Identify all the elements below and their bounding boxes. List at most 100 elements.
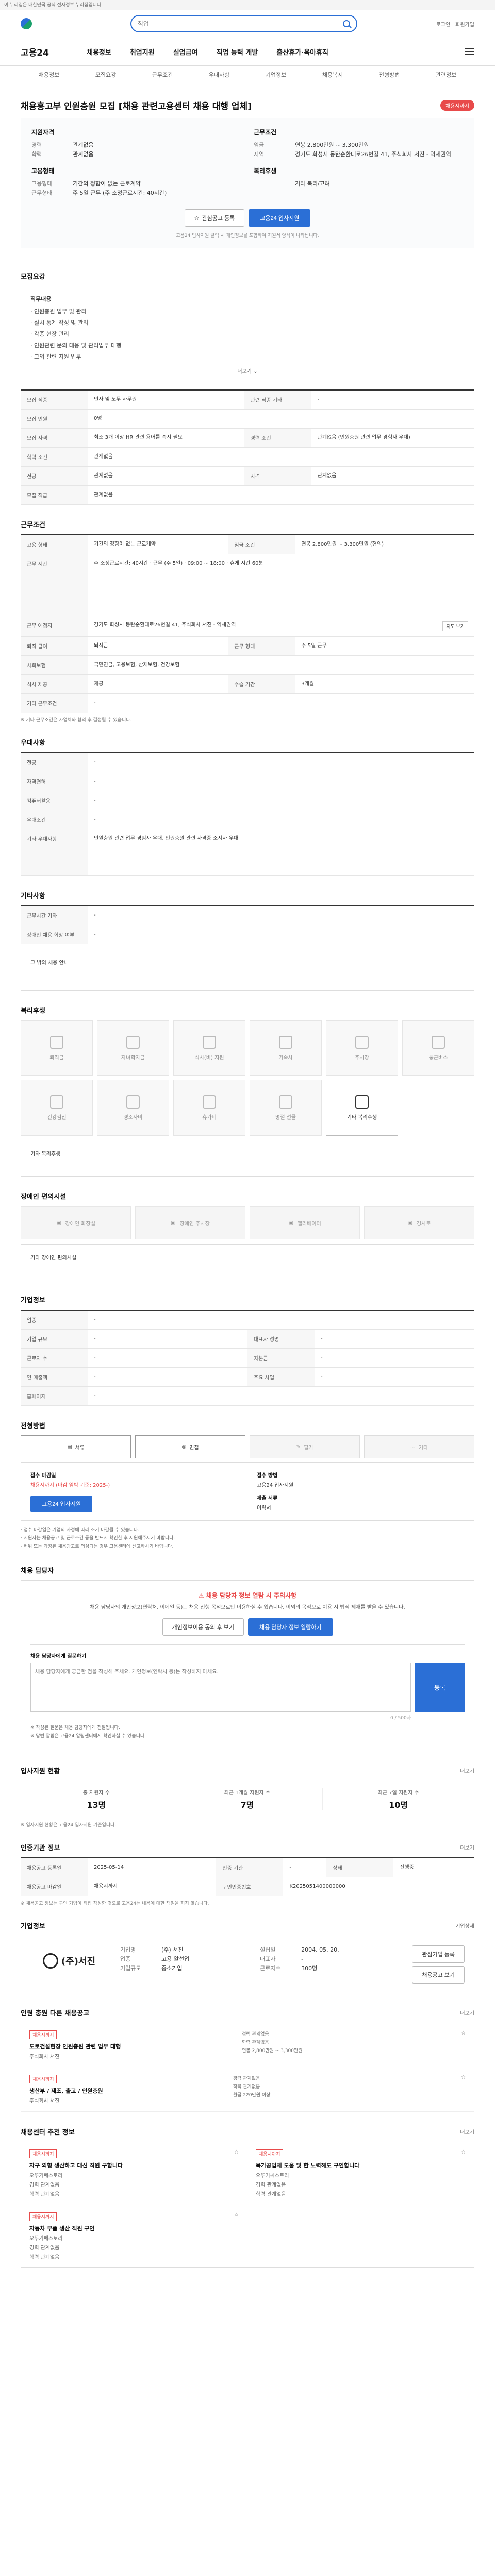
apply-method-label: 접수 방법 bbox=[257, 1473, 278, 1479]
welfare-section: 복리후생 퇴직금 자녀학자금 식사(비) 지원 기숙사 주차장 통근버스 건강검… bbox=[21, 991, 474, 1177]
table-row: 근무 예정지 경기도 화성시 동탄순환대로26번길 41, 주식회사 서진 - 역… bbox=[21, 616, 474, 637]
login-link[interactable]: 로그인 bbox=[436, 20, 451, 28]
tab-work[interactable]: 근무조건 bbox=[134, 66, 191, 84]
star-icon[interactable]: ☆ bbox=[461, 2075, 466, 2104]
consult-warning: ⚠ 채용 담당자 정보 열람 시 주의사항 bbox=[30, 1591, 465, 1600]
star-icon[interactable]: ☆ bbox=[234, 2212, 239, 2260]
tuition-icon bbox=[126, 1035, 140, 1049]
dormitory-icon bbox=[279, 1035, 292, 1049]
hamburger-menu-icon[interactable] bbox=[465, 48, 474, 55]
selection-apply-button[interactable]: 고용24 입사지원 bbox=[30, 1496, 93, 1512]
tab-related[interactable]: 관련정보 bbox=[418, 66, 474, 84]
nearby-card[interactable]: 채용시까지 자동차 부품 생산 직원 구인 오뚜기쎄스토리 경력 관계없음 학력 관계없… bbox=[21, 2205, 248, 2267]
gnb-item-unemployment[interactable]: 실업급여 bbox=[164, 47, 207, 57]
summary-left-heading: 지원자격 bbox=[31, 129, 55, 136]
section-title: 전형방법 bbox=[21, 1422, 45, 1430]
table-header: 기타 우대사항 bbox=[21, 829, 88, 876]
gnb-item-jobs[interactable]: 채용정보 bbox=[77, 47, 121, 57]
etc-guide-link[interactable]: 그 밖의 채용 안내 bbox=[30, 960, 69, 966]
deadline-badge: 채용시까지 bbox=[440, 100, 474, 111]
interest-button[interactable]: ☆ 관심공고 등록 bbox=[184, 209, 245, 227]
section-title: 기업정보 bbox=[21, 1297, 45, 1304]
gnb-item-employment-support[interactable]: 취업지원 bbox=[121, 47, 164, 57]
table-header: 업종 bbox=[21, 1310, 88, 1330]
table-header: 모집 직급 bbox=[21, 485, 88, 505]
star-icon[interactable]: ☆ bbox=[461, 2149, 466, 2197]
company-logo-mark-icon bbox=[42, 1953, 58, 1969]
search-input[interactable] bbox=[137, 20, 339, 27]
table-header: 채용공고 마감일 bbox=[21, 1877, 88, 1896]
apply-button[interactable]: 고용24 입사지원 bbox=[249, 209, 311, 227]
etc-guide-box: 그 밖의 채용 안내 bbox=[21, 950, 474, 991]
table-cell: - bbox=[88, 1329, 248, 1349]
manage-more-link[interactable]: 더보기 bbox=[460, 1843, 474, 1851]
site-header: 로그인 회원가입 고용24 채용정보 취업지원 실업급여 직업 능력 개발 출산… bbox=[0, 10, 495, 66]
hirer-more-link[interactable]: 기업상세 bbox=[455, 1922, 474, 1929]
related-card[interactable]: 채용시까지 도로건설현장 인원충원 관련 업무 대행 주식회사 서진 경력 관계없음… bbox=[21, 2023, 474, 2067]
etc-welfare-icon bbox=[355, 1095, 369, 1109]
related-company: 주식회사 서진 bbox=[29, 2098, 60, 2104]
star-icon[interactable]: ☆ bbox=[461, 2030, 466, 2060]
nearby-meta: 경력 관계없음 bbox=[256, 2182, 286, 2188]
info-value: 300명 bbox=[301, 1965, 318, 1972]
related-more-link[interactable]: 더보기 bbox=[460, 2009, 474, 2016]
map-button[interactable]: 지도 보기 bbox=[442, 621, 468, 631]
related-meta: 경력 관계없음 bbox=[233, 2076, 260, 2081]
list-item: 인원충원 업무 및 관리 bbox=[30, 306, 465, 317]
table-cell: - bbox=[88, 810, 474, 829]
summary-value: 연봉 2,800만원 ~ 3,300만원 bbox=[295, 142, 369, 148]
tab-selection[interactable]: 전형방법 bbox=[361, 66, 418, 84]
table-row: 근무 시간 주 소정근로시간: 40시간 · 근무 (주 5일) · 09:00 … bbox=[21, 554, 474, 616]
table-row: 기타 근무조건 - bbox=[21, 693, 474, 713]
global-nav: 고용24 채용정보 취업지원 실업급여 직업 능력 개발 출산휴가·육아휴직 bbox=[21, 37, 474, 66]
question-textarea[interactable] bbox=[30, 1663, 411, 1712]
note-line: · 지원자는 채용공고 및 근로조건 등을 반드시 확인한 후 지원해주시기 바… bbox=[21, 1536, 175, 1541]
tab-recruit[interactable]: 모집요강 bbox=[77, 66, 134, 84]
table-header: 근무 예정지 bbox=[21, 616, 88, 637]
related-card[interactable]: 채용시까지 생산부 / 제조, 출고 / 인원충원 주식회사 서진 경력 관계없음 학… bbox=[21, 2067, 474, 2112]
brand-name[interactable]: 고용24 bbox=[21, 45, 77, 58]
star-icon[interactable]: ☆ bbox=[234, 2149, 239, 2197]
gnb-item-training[interactable]: 직업 능력 개발 bbox=[207, 47, 268, 57]
table-cell: - bbox=[88, 772, 474, 791]
info-label: 기업규모 bbox=[120, 1965, 141, 1972]
document-icon: ▤ bbox=[67, 1444, 72, 1450]
nearby-company: 오뚜기쎄스토리 bbox=[256, 2173, 289, 2179]
tab-pref[interactable]: 우대사항 bbox=[191, 66, 248, 84]
status-more-link[interactable]: 더보기 bbox=[460, 1767, 474, 1774]
company-jobs-button[interactable]: 채용공고 보기 bbox=[412, 1966, 465, 1984]
consent-button[interactable]: 개인정보이용 동의 후 보기 bbox=[162, 1618, 244, 1636]
site-logo[interactable] bbox=[21, 17, 52, 30]
nearby-card[interactable]: 채용시까지 자구 외형 생산하고 대신 직원 구합니다 오뚜기쎄스토리 경력 관계없음… bbox=[21, 2142, 248, 2205]
care-label: 장애인 화장실 bbox=[65, 1221, 95, 1227]
table-header: 모집 직종 bbox=[21, 390, 88, 410]
care-section: 장애인 편의시설 ▣ 장애인 화장실 ▣ 장애인 주차장 ▣ 엘리베이터 ▣ 경사로 기… bbox=[21, 1177, 474, 1280]
method-label: 필기 bbox=[303, 1445, 314, 1451]
table-row: 채용공고 마감일 채용시까지 구인인증번호 K2025051400000000 bbox=[21, 1877, 474, 1896]
fold-button[interactable]: 더보기 ⌄ bbox=[30, 367, 465, 375]
table-row: 모집 인원 0명 bbox=[21, 409, 474, 429]
logo-mark-icon bbox=[21, 18, 32, 29]
address-text: 경기도 화성시 동탄순환대로26번길 41, 주식회사 서진 - 역세권역 bbox=[94, 622, 236, 628]
tab-company[interactable]: 기업정보 bbox=[248, 66, 304, 84]
question-submit-button[interactable]: 등록 bbox=[415, 1663, 465, 1712]
section-title: 채용센터 추천 정보 bbox=[21, 2129, 75, 2137]
related-meta: 연봉 2,800만원 ~ 3,300만원 bbox=[242, 2048, 303, 2054]
tab-jobinfo[interactable]: 채용정보 bbox=[21, 66, 77, 84]
gnb-item-leave[interactable]: 출산휴가·육아휴직 bbox=[267, 47, 338, 57]
tab-welfare[interactable]: 채용복지 bbox=[304, 66, 361, 84]
nearby-card[interactable]: 채용시까지 목가공업체 도움 및 한 노력해도 구인합니다 오뚜기쎄스토리 경력 관계… bbox=[248, 2142, 474, 2205]
search-icon[interactable] bbox=[342, 20, 350, 27]
care-grid: ▣ 장애인 화장실 ▣ 장애인 주차장 ▣ 엘리베이터 ▣ 경사로 bbox=[21, 1206, 474, 1239]
table-cell: K2025051400000000 bbox=[283, 1877, 474, 1896]
signup-link[interactable]: 회원가입 bbox=[455, 20, 474, 28]
pref-section: 우대사항 전공 - 자격면허 - 컴퓨터활용 - 우대조건 - 기타 우대사항 인원충원 … bbox=[21, 723, 474, 876]
nearby-more-link[interactable]: 더보기 bbox=[460, 2128, 474, 2136]
interest-company-button[interactable]: 관심기업 등록 bbox=[412, 1945, 465, 1963]
recruit-section: 모집요강 직무내용 인원충원 업무 및 관리 실시 통계 작성 및 관리 각종 … bbox=[21, 257, 474, 505]
view-contact-button[interactable]: 채용 담당자 정보 열람하기 bbox=[248, 1618, 333, 1636]
consult-warning-text: 채용 담당자 정보 열람 시 주의사항 bbox=[206, 1592, 297, 1599]
table-header: 컴퓨터활용 bbox=[21, 791, 88, 810]
summary-value: 주 5일 근무 (주 소정근로시간: 40시간) bbox=[73, 190, 167, 196]
table-cell: - bbox=[315, 1348, 474, 1368]
